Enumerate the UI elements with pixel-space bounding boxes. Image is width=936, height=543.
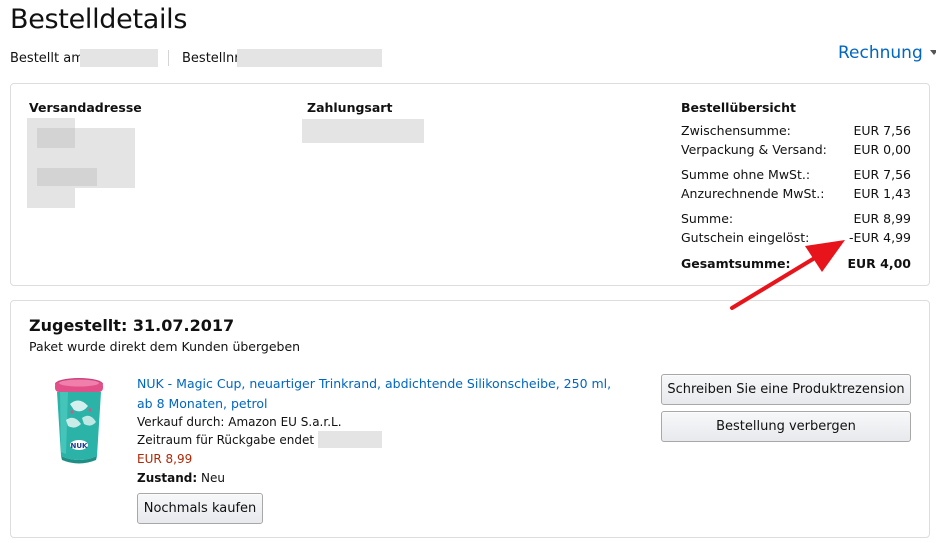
payment-method-heading: Zahlungsart: [307, 100, 393, 115]
net-total-label: Summe ohne MwSt.:: [681, 167, 811, 182]
order-overview-heading: Bestellübersicht: [681, 100, 796, 115]
sum-label: Summe:: [681, 211, 734, 226]
write-review-button[interactable]: Schreiben Sie eine Produktrezension: [661, 374, 911, 405]
sum-value: EUR 8,99: [853, 211, 911, 226]
annotation-arrow-icon: [730, 240, 845, 310]
hide-order-button[interactable]: Bestellung verbergen: [661, 411, 911, 442]
redacted-address-line: [37, 128, 75, 148]
redacted-order-number: [237, 49, 382, 67]
buy-again-button[interactable]: Nochmals kaufen: [137, 493, 263, 524]
redacted-order-date: [80, 49, 158, 67]
subtotal-label: Zwischensumme:: [681, 123, 791, 138]
item-condition: Zustand: Neu: [137, 471, 225, 485]
return-window: Zeitraum für Rückgabe endet am: [137, 433, 337, 447]
invoice-dropdown[interactable]: Rechnung: [838, 43, 936, 63]
delivery-status-detail: Paket wurde direkt dem Kunden übergeben: [29, 339, 301, 354]
net-total-value: EUR 7,56: [853, 167, 911, 182]
redacted-return-date: [318, 431, 382, 448]
chevron-down-icon: [929, 50, 936, 55]
sold-by: Verkauf durch: Amazon EU S.a.r.L.: [137, 415, 342, 429]
subtotal-value: EUR 7,56: [853, 123, 911, 138]
product-logo-text: NUK: [71, 442, 89, 450]
page-title: Bestelldetails: [10, 4, 188, 35]
condition-value: Neu: [200, 471, 225, 485]
delivery-status-heading: Zugestellt: 31.07.2017: [29, 316, 235, 335]
redacted-address-line: [37, 168, 97, 186]
shipping-value: EUR 0,00: [853, 142, 911, 157]
header-divider: [168, 50, 169, 66]
vat-label: Anzurechnende MwSt.:: [681, 186, 825, 201]
condition-label: Zustand:: [137, 471, 198, 485]
vat-value: EUR 1,43: [853, 186, 911, 201]
order-number-label: Bestellnr.: [182, 51, 243, 66]
order-date-label: Bestellt am: [10, 51, 84, 66]
item-price: EUR 8,99: [137, 452, 193, 466]
shipping-address-heading: Versandadresse: [29, 100, 142, 115]
product-image[interactable]: NUK: [48, 374, 110, 466]
redacted-payment-method: [302, 119, 424, 143]
product-title-link[interactable]: NUK - Magic Cup, neuartiger Trinkrand, a…: [137, 374, 627, 414]
shipping-label: Verpackung & Versand:: [681, 142, 827, 157]
invoice-label: Rechnung: [838, 43, 923, 63]
